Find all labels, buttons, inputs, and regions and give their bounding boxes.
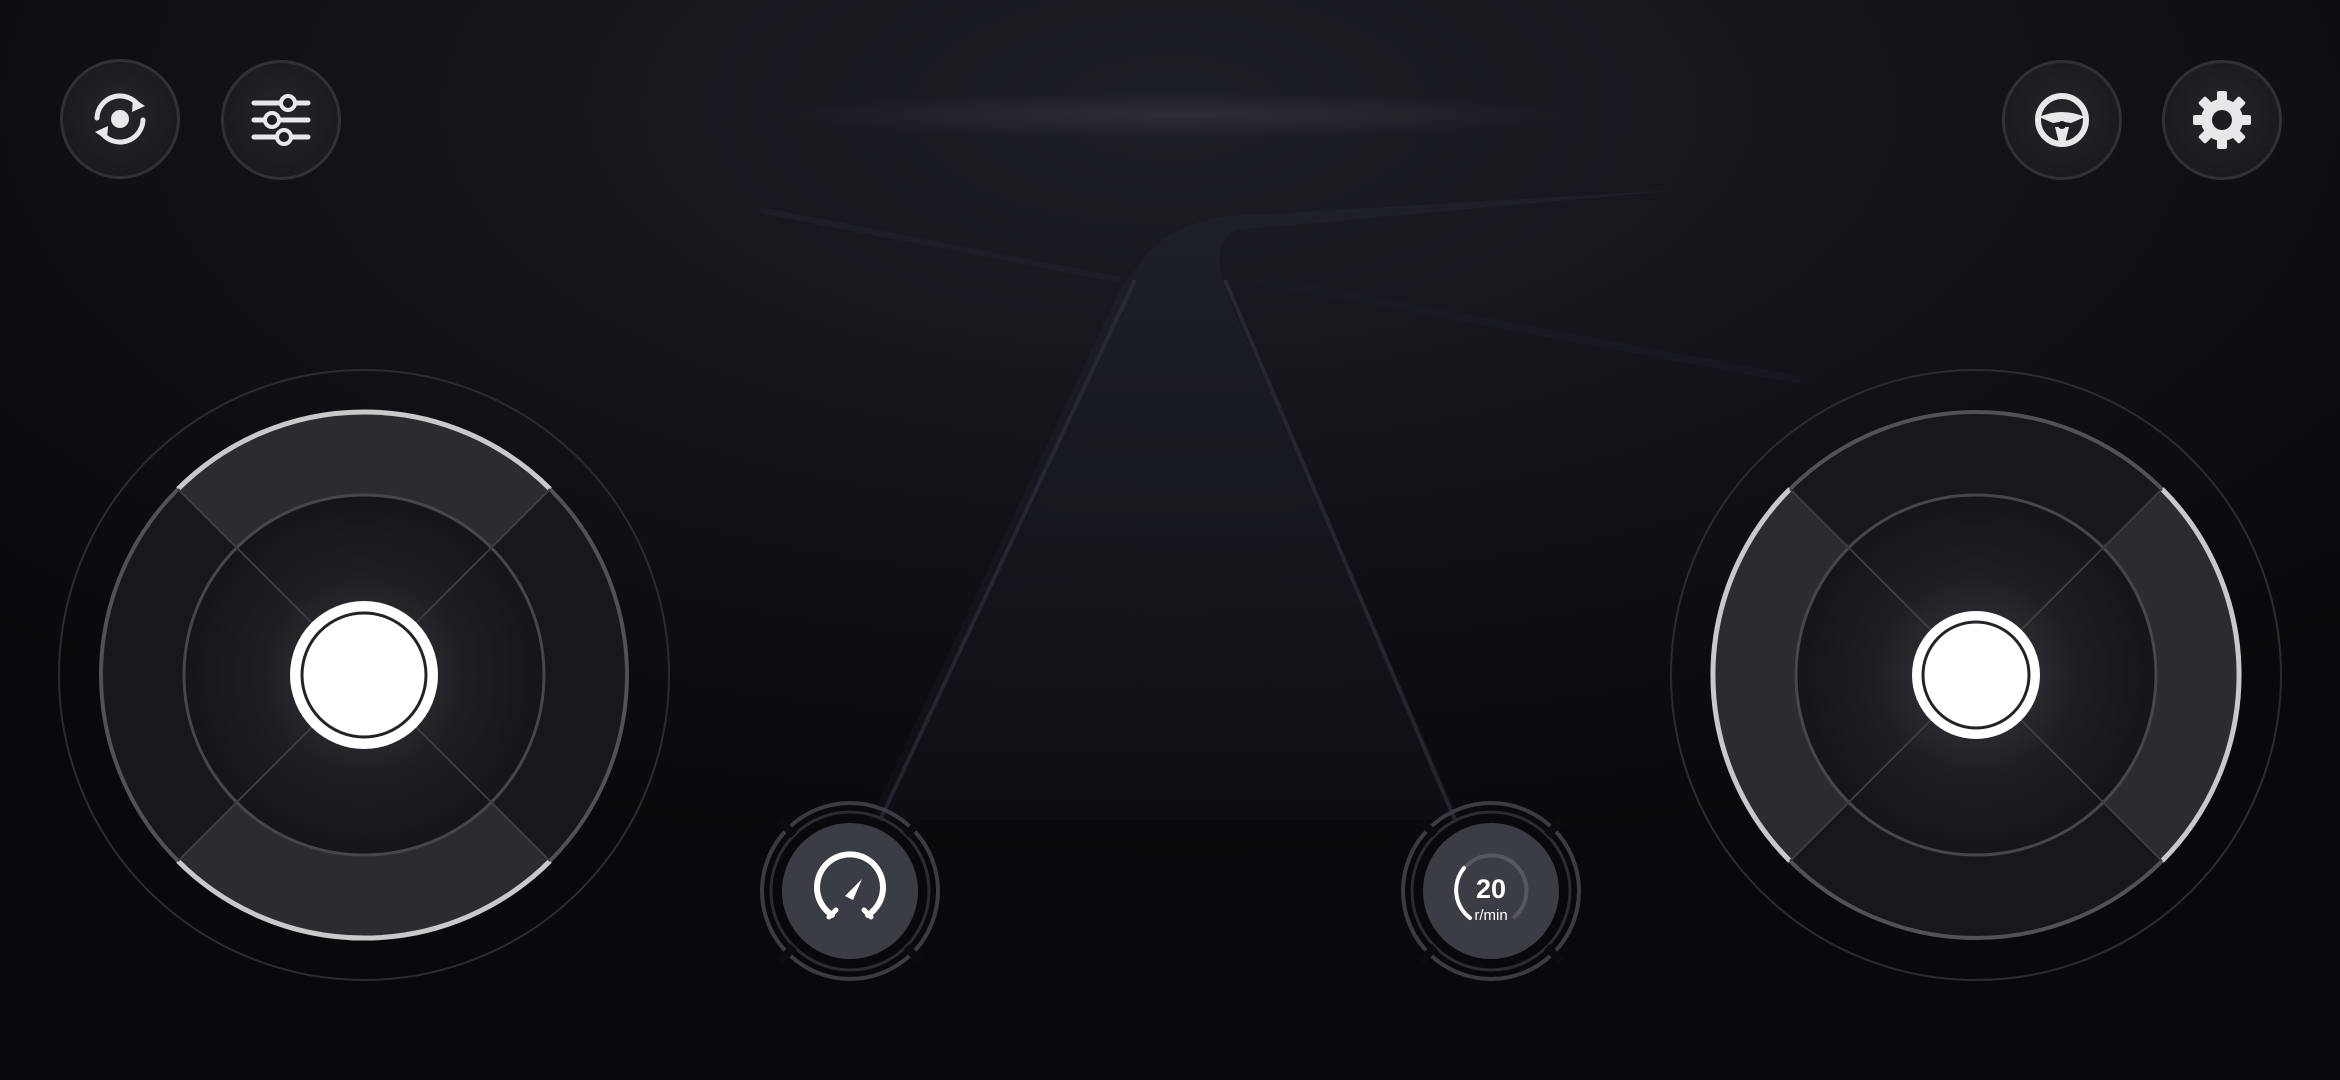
rc-controller-screen: 20 r/min — [0, 0, 2340, 1080]
rpm-gauge-button[interactable]: 20 r/min — [1400, 800, 1582, 982]
sliders-button[interactable] — [221, 60, 341, 180]
left-joystick-knob — [290, 601, 438, 749]
gear-icon — [2193, 91, 2251, 149]
left-joystick[interactable] — [54, 365, 674, 985]
sliders-icon — [251, 94, 311, 146]
right-joystick[interactable] — [1666, 365, 2286, 985]
speed-gauge-button[interactable] — [759, 800, 941, 982]
steering-wheel-button[interactable] — [2002, 60, 2122, 180]
rotate-camera-icon — [94, 93, 146, 145]
right-joystick-knob — [1912, 611, 2040, 739]
steering-wheel-icon — [2035, 93, 2089, 147]
rotate-camera-button[interactable] — [60, 59, 180, 179]
settings-button[interactable] — [2162, 60, 2282, 180]
